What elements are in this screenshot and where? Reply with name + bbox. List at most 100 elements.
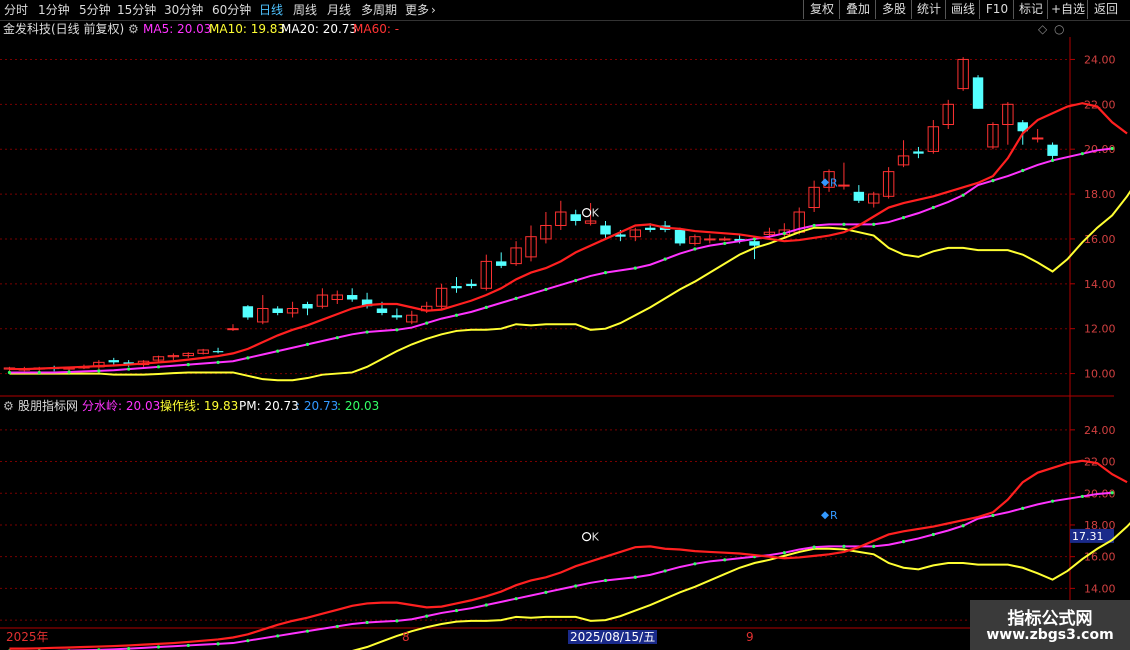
candle-down — [570, 214, 581, 221]
sub-watershed-dot — [365, 620, 369, 625]
ma5-dot — [67, 370, 71, 374]
candle-down — [600, 225, 611, 235]
candle-down — [302, 304, 313, 309]
sub-watershed-dot — [633, 575, 637, 579]
ma5-dot — [365, 330, 369, 334]
ma5-dot — [812, 223, 816, 228]
ma5-dot — [335, 336, 339, 340]
ma5-dot — [723, 241, 727, 246]
sub-watershed-dot — [603, 578, 608, 583]
ma20-label: MA20: 20.73 — [281, 22, 358, 36]
ma5-dot — [1050, 158, 1055, 163]
candle-down — [1047, 144, 1058, 156]
candle-down — [451, 286, 462, 289]
main-k-marker-icon — [582, 208, 592, 218]
ma5-dot — [872, 222, 876, 226]
sub-watershed-dot — [693, 562, 697, 566]
pm-label: PM: 20.73 — [239, 399, 299, 413]
diamond-icon[interactable]: ◇ — [1038, 21, 1047, 37]
sub-watershed-dot — [812, 545, 816, 549]
sub-watershed-dot — [782, 551, 786, 555]
sub-watershed-dot — [1050, 499, 1055, 503]
ma60-line — [9, 102, 1128, 371]
watershed-label: 分水岭: 20.03 — [82, 399, 161, 413]
sub-watershed-dot — [723, 558, 727, 562]
circle-icon[interactable]: ○ — [1054, 21, 1064, 37]
watermark-url: www.zbgs3.com — [986, 627, 1114, 643]
sub-y-tick-label: 14.00 — [1084, 582, 1116, 595]
candle-up — [1031, 137, 1044, 140]
sub-watershed-dot — [1080, 494, 1084, 499]
main-k-marker-label: K — [592, 207, 600, 220]
candle-down — [674, 229, 686, 244]
sub-watershed-dot — [872, 544, 876, 548]
sub-watershed-dot — [186, 643, 190, 648]
sub-y-tick-label: 24.00 — [1084, 424, 1116, 437]
candle-down — [242, 306, 254, 318]
candle-down — [972, 77, 984, 109]
sub-k-marker-icon — [582, 532, 592, 542]
ma5-dot — [395, 328, 399, 332]
sub-watershed-dot — [395, 619, 399, 623]
sub-watershed-dot — [246, 639, 250, 643]
ma5-dot — [246, 356, 250, 360]
settings-gear-icon[interactable]: ⚙ — [128, 21, 139, 37]
green-value-label: : 20.03 — [337, 399, 380, 413]
sub-panel-legend: ⚙ 股朋指标网 分水岭: 20.03 操作线: 19.83 PM: 20.73 … — [0, 398, 1130, 414]
kline-chart[interactable]: 24.0022.0020.0018.0016.0014.0012.0010.00… — [0, 0, 1130, 650]
sub-watershed-dot — [901, 540, 906, 544]
candle-down — [644, 227, 656, 230]
y-tick-label: 18.00 — [1084, 188, 1116, 201]
candle-up — [838, 184, 850, 187]
price-tag-label: 17.31 — [1072, 530, 1104, 543]
y-tick-label: 12.00 — [1084, 323, 1116, 336]
ma60-label: MA60: - — [353, 22, 400, 36]
sub-watershed-dot — [425, 614, 429, 618]
blue-value-label: : 20.73 — [296, 399, 339, 413]
candle-up — [704, 238, 716, 241]
candle-down — [913, 151, 924, 154]
ma5-dot — [97, 369, 101, 373]
ma5-dot — [216, 360, 220, 364]
y-tick-label: 14.00 — [1084, 278, 1116, 291]
ma5-dot — [127, 367, 131, 371]
x-label-cursor-date: 2025/08/15/五 — [568, 630, 658, 644]
ma5-dot — [186, 362, 190, 367]
candle-up — [719, 238, 731, 241]
sub-watershed-dot — [544, 590, 548, 594]
candle-down — [272, 308, 283, 313]
sub-pm-line — [9, 459, 1128, 650]
ma5-dot — [544, 287, 548, 292]
ma5-dot — [1021, 168, 1025, 173]
sub-watershed-dot — [484, 603, 488, 607]
sub-watershed-dot — [842, 544, 846, 548]
ma5-dot — [901, 216, 906, 220]
ma5-dot — [663, 257, 667, 261]
ma5-label: MA5: 20.03 — [143, 22, 212, 36]
ma5-dot — [574, 278, 578, 283]
candle-up — [227, 328, 239, 331]
ma5-dot — [782, 231, 786, 235]
x-label-aug: 8 — [402, 630, 410, 644]
ma5-dot — [484, 305, 488, 309]
ma5-dot — [37, 370, 41, 375]
main-panel-legend: 金发科技(日线 前复权) ⚙ MA5: 20.03 MA10: 19.83 MA… — [0, 21, 1130, 37]
main-r-marker-label: R — [830, 176, 838, 189]
sub-watershed-dot — [1021, 506, 1025, 510]
ma5-dot — [842, 222, 846, 226]
watermark-logo: 指标公式网 www.zbgs3.com — [970, 600, 1130, 650]
ma5-dot — [7, 370, 12, 375]
ma5-dot — [693, 247, 697, 251]
sub-indicator-title: 股朋指标网 — [18, 399, 79, 413]
ma5-dot — [991, 179, 995, 183]
sub-watershed-dot — [663, 569, 667, 573]
sub-watershed-dot — [276, 634, 280, 638]
ma5-dot — [425, 321, 429, 325]
x-label-sep: 9 — [746, 630, 754, 644]
candle-down — [749, 241, 760, 246]
sub-watershed-dot — [454, 608, 459, 613]
sub-settings-gear-icon[interactable]: ⚙ — [3, 398, 14, 414]
ma5-dot — [603, 270, 608, 275]
ma5-dot — [961, 193, 965, 197]
ma5-dot — [305, 342, 310, 346]
